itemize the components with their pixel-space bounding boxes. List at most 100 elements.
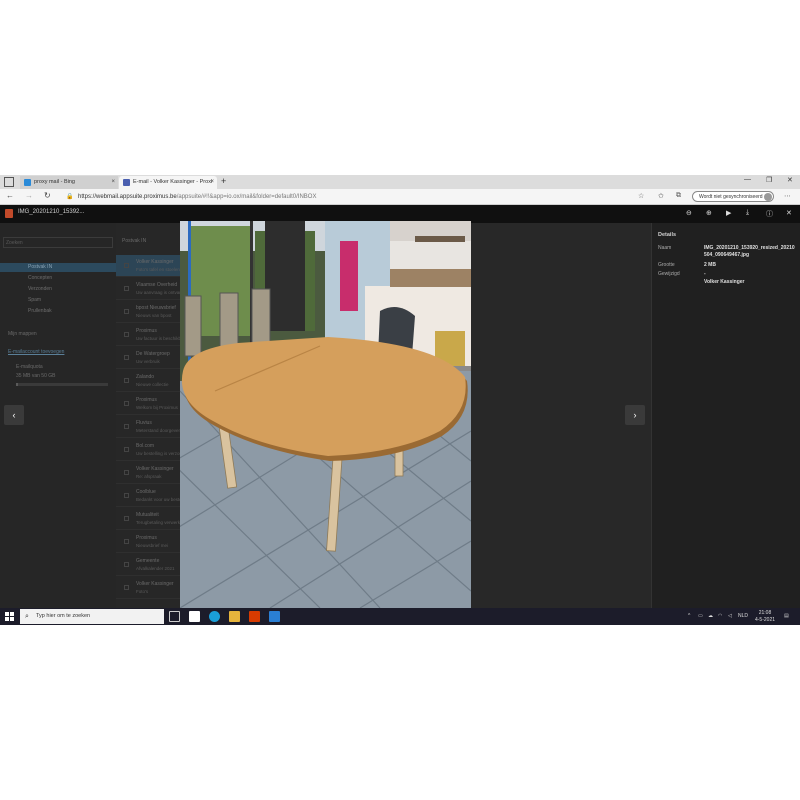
taskbar: ⌕ Typ hier om te zoeken ^ ▭ ☁ ◠ ◁ NLD 21… bbox=[0, 608, 800, 625]
message-sender: Proximus bbox=[136, 328, 157, 334]
back-icon[interactable]: ← bbox=[6, 191, 14, 200]
mail-app-icon[interactable] bbox=[269, 611, 280, 622]
row-checkbox[interactable] bbox=[124, 332, 129, 337]
close-tab-icon[interactable]: × bbox=[210, 176, 214, 189]
message-sender: Fluvius bbox=[136, 420, 152, 426]
search-icon: ⌕ bbox=[25, 613, 29, 620]
volume-icon[interactable]: ◁ bbox=[728, 613, 732, 619]
favorite-star-icon[interactable]: ☆ bbox=[638, 192, 644, 200]
chevron-up-icon[interactable]: ^ bbox=[688, 613, 690, 619]
row-checkbox[interactable] bbox=[124, 401, 129, 406]
mail-icon bbox=[123, 179, 130, 186]
office-icon[interactable] bbox=[249, 611, 260, 622]
folder-sent[interactable]: Verzonden bbox=[0, 285, 116, 294]
folder-spam[interactable]: Spam bbox=[0, 296, 116, 305]
zoom-out-icon[interactable]: ⊖ bbox=[686, 209, 692, 217]
taskbar-search-input[interactable]: ⌕ Typ hier om te zoeken bbox=[20, 609, 164, 624]
maximize-button[interactable]: ❐ bbox=[766, 176, 772, 184]
file-explorer-icon[interactable] bbox=[229, 611, 240, 622]
wifi-icon[interactable]: ◠ bbox=[718, 613, 722, 619]
address-bar[interactable]: 🔒 https://webmail.appsuite.proximus.be/a… bbox=[64, 191, 624, 203]
tab-bing[interactable]: proxy mail - Bing × bbox=[20, 176, 118, 189]
language-indicator[interactable]: NLD bbox=[738, 613, 748, 619]
minimize-button[interactable]: — bbox=[744, 176, 751, 183]
row-checkbox[interactable] bbox=[124, 585, 129, 590]
notification-icon[interactable]: ▤ bbox=[784, 613, 789, 619]
name-label: Naam bbox=[658, 245, 672, 251]
owner-value: Volker Kassinger bbox=[704, 279, 745, 285]
message-subject: Welkom bij Proximus bbox=[136, 405, 178, 410]
row-checkbox[interactable] bbox=[124, 355, 129, 360]
row-checkbox[interactable] bbox=[124, 447, 129, 452]
avatar bbox=[764, 193, 772, 201]
store-icon[interactable] bbox=[189, 611, 200, 622]
new-tab-button[interactable]: + bbox=[221, 176, 226, 186]
row-checkbox[interactable] bbox=[124, 263, 129, 268]
forward-icon[interactable]: → bbox=[25, 191, 33, 200]
my-folders-heading[interactable]: Mijn mappen bbox=[8, 331, 37, 337]
message-sender: Proximus bbox=[136, 397, 157, 403]
row-checkbox[interactable] bbox=[124, 424, 129, 429]
row-checkbox[interactable] bbox=[124, 539, 129, 544]
file-icon bbox=[5, 209, 13, 218]
row-checkbox[interactable] bbox=[124, 309, 129, 314]
windows-start-icon[interactable] bbox=[5, 612, 14, 621]
window-menu-icon[interactable] bbox=[4, 177, 14, 187]
message-sender: Gemeente bbox=[136, 558, 160, 564]
more-icon[interactable]: ⋯ bbox=[784, 192, 791, 200]
profile-button[interactable]: Wordt niet gesynchroniseerd bbox=[692, 191, 774, 202]
row-checkbox[interactable] bbox=[124, 562, 129, 567]
browser-tab-strip: proxy mail - Bing × E-mail - Volker Kass… bbox=[0, 175, 800, 189]
play-icon[interactable]: ▶ bbox=[726, 209, 731, 217]
row-checkbox[interactable] bbox=[124, 286, 129, 291]
add-account-link[interactable]: E-mailaccount toevoegen bbox=[8, 349, 64, 355]
message-sender: Mutualiteit bbox=[136, 512, 159, 518]
download-icon[interactable]: ⤓ bbox=[746, 209, 749, 217]
modified-value: - bbox=[704, 271, 706, 277]
size-value: 2 MB bbox=[704, 262, 716, 268]
message-sender: bpost Nieuwsbrief bbox=[136, 305, 176, 311]
zoom-in-icon[interactable]: ⊕ bbox=[706, 209, 712, 217]
quota-value: 35 MB van 50 GB bbox=[16, 373, 56, 379]
time: 21:08 bbox=[758, 610, 772, 616]
info-icon[interactable]: ⓘ bbox=[766, 209, 773, 219]
message-subject: Nieuws van bpost bbox=[136, 313, 172, 318]
folder-drafts[interactable]: Concepten bbox=[0, 274, 116, 283]
lock-icon: 🔒 bbox=[66, 194, 74, 200]
next-arrow[interactable]: › bbox=[625, 405, 645, 425]
collections-icon[interactable]: ⧉ bbox=[676, 192, 681, 200]
edge-icon[interactable] bbox=[209, 611, 220, 622]
search-input[interactable]: Zoeken bbox=[3, 237, 113, 248]
folder-inbox[interactable]: Postvak IN bbox=[0, 263, 116, 272]
close-window-button[interactable]: ✕ bbox=[787, 176, 793, 184]
refresh-icon[interactable]: ↻ bbox=[44, 191, 51, 200]
close-icon[interactable]: ✕ bbox=[786, 209, 792, 217]
taskbar-search-placeholder: Typ hier om te zoeken bbox=[36, 613, 91, 619]
message-sender: Proximus bbox=[136, 535, 157, 541]
network-icon[interactable]: ☁ bbox=[708, 613, 713, 619]
message-subject: Re: afspraak bbox=[136, 474, 162, 479]
row-checkbox[interactable] bbox=[124, 493, 129, 498]
message-sender: Volker Kassinger bbox=[136, 466, 174, 472]
clock[interactable]: 21:08 4-5-2021 bbox=[752, 610, 778, 624]
message-subject: Nieuwe collectie bbox=[136, 382, 169, 387]
close-tab-icon[interactable]: × bbox=[111, 176, 115, 189]
favorites-icon[interactable]: ✩ bbox=[658, 192, 664, 200]
list-header: Postvak IN bbox=[122, 238, 147, 244]
message-sender: Vlaamse Overheid bbox=[136, 282, 178, 288]
message-subject: Afvalkalender 2021 bbox=[136, 566, 175, 571]
previous-arrow[interactable]: ‹ bbox=[4, 405, 24, 425]
message-sender: Bol.com bbox=[136, 443, 155, 449]
screen: proxy mail - Bing × E-mail - Volker Kass… bbox=[0, 175, 800, 625]
folder-trash[interactable]: Prullenbak bbox=[0, 307, 116, 316]
row-checkbox[interactable] bbox=[124, 516, 129, 521]
message-sender: Volker Kassinger bbox=[136, 581, 174, 587]
row-checkbox[interactable] bbox=[124, 378, 129, 383]
message-sender: De Watergroep bbox=[136, 351, 170, 357]
battery-icon[interactable]: ▭ bbox=[698, 613, 703, 619]
viewer-filename: IMG_20201210_15392... bbox=[18, 209, 85, 215]
task-view-icon[interactable] bbox=[169, 611, 180, 622]
tab-webmail[interactable]: E-mail - Volker Kassinger - Proxi × bbox=[119, 176, 217, 189]
details-title: Details bbox=[658, 232, 677, 238]
row-checkbox[interactable] bbox=[124, 470, 129, 475]
